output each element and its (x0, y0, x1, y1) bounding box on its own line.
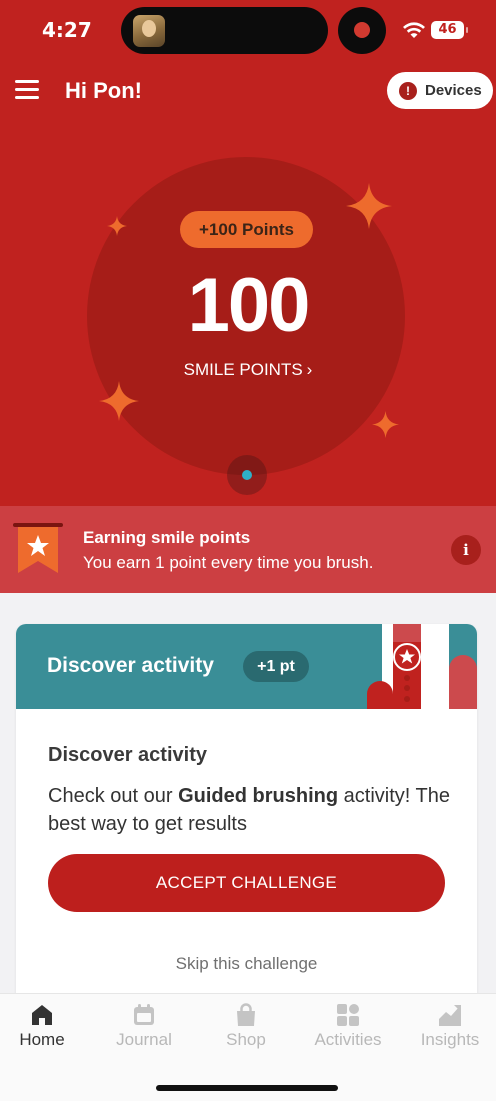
tab-insights-label: Insights (420, 1030, 480, 1049)
sparkle-icon (107, 216, 127, 236)
chart-icon (439, 1005, 461, 1026)
chevron-right-icon: › (306, 360, 313, 379)
shopping-bag-icon (237, 1003, 255, 1026)
calendar-icon (134, 1004, 154, 1025)
battery-indicator: 46 (431, 21, 468, 39)
devices-label: Devices (425, 82, 482, 99)
now-playing-thumbnail (133, 15, 165, 47)
tab-insights[interactable]: Insights (405, 1002, 495, 1050)
tab-activities[interactable]: Activities (303, 1002, 393, 1050)
card-header-title: Discover activity (47, 654, 214, 677)
accept-challenge-button[interactable]: ACCEPT CHALLENGE (48, 854, 445, 912)
hero-section: 4:27 46 Hi Pon! ! Devices +100 Points 10… (0, 0, 496, 506)
grid-icon (337, 1004, 359, 1026)
sparkle-icon (99, 381, 139, 421)
tab-home[interactable]: Home (0, 1002, 87, 1050)
status-time: 4:27 (42, 18, 92, 42)
points-earned-badge: +100 Points (180, 211, 313, 248)
tab-home-label: Home (19, 1030, 65, 1049)
devices-button[interactable]: ! Devices (387, 72, 493, 109)
greeting-title: Hi Pon! (65, 78, 142, 103)
card-description: Check out our Guided brushing activity! … (48, 782, 458, 838)
skip-challenge-link[interactable]: Skip this challenge (16, 954, 477, 974)
banner-title: Earning smile points (83, 528, 251, 547)
challenge-illustration (367, 624, 477, 709)
card-header: Discover activity +1 pt (16, 624, 477, 709)
home-icon (32, 1005, 52, 1025)
tab-journal[interactable]: Journal (99, 1002, 189, 1050)
wifi-icon (403, 22, 425, 38)
info-button[interactable]: i (451, 535, 481, 565)
sparkle-icon (346, 183, 392, 229)
recording-indicator-icon (338, 7, 386, 54)
home-indicator[interactable] (156, 1085, 338, 1091)
tab-journal-label: Journal (116, 1030, 172, 1049)
dynamic-island (121, 7, 328, 54)
points-value: 100 (187, 263, 311, 348)
card-description-prefix: Check out our (48, 785, 179, 807)
smile-points-label: SMILE POINTS (183, 360, 303, 379)
points-reward-badge: +1 pt (243, 651, 309, 682)
tab-shop-label: Shop (226, 1030, 266, 1049)
sparkle-icon (372, 411, 399, 438)
tab-shop[interactable]: Shop (201, 1002, 291, 1050)
smile-points-link[interactable]: SMILE POINTS › (0, 360, 496, 380)
tab-activities-label: Activities (314, 1030, 382, 1049)
page-indicator[interactable] (227, 455, 267, 495)
menu-icon[interactable] (15, 80, 39, 100)
banner-text: You earn 1 point every time you brush. (83, 553, 374, 572)
card-title: Discover activity (48, 744, 207, 766)
card-description-highlight: Guided brushing (178, 785, 339, 807)
challenge-card: Discover activity +1 pt Discover activit… (16, 624, 477, 1004)
alert-icon: ! (399, 81, 417, 100)
ribbon-star-icon (13, 523, 63, 573)
earning-points-banner (0, 506, 496, 593)
